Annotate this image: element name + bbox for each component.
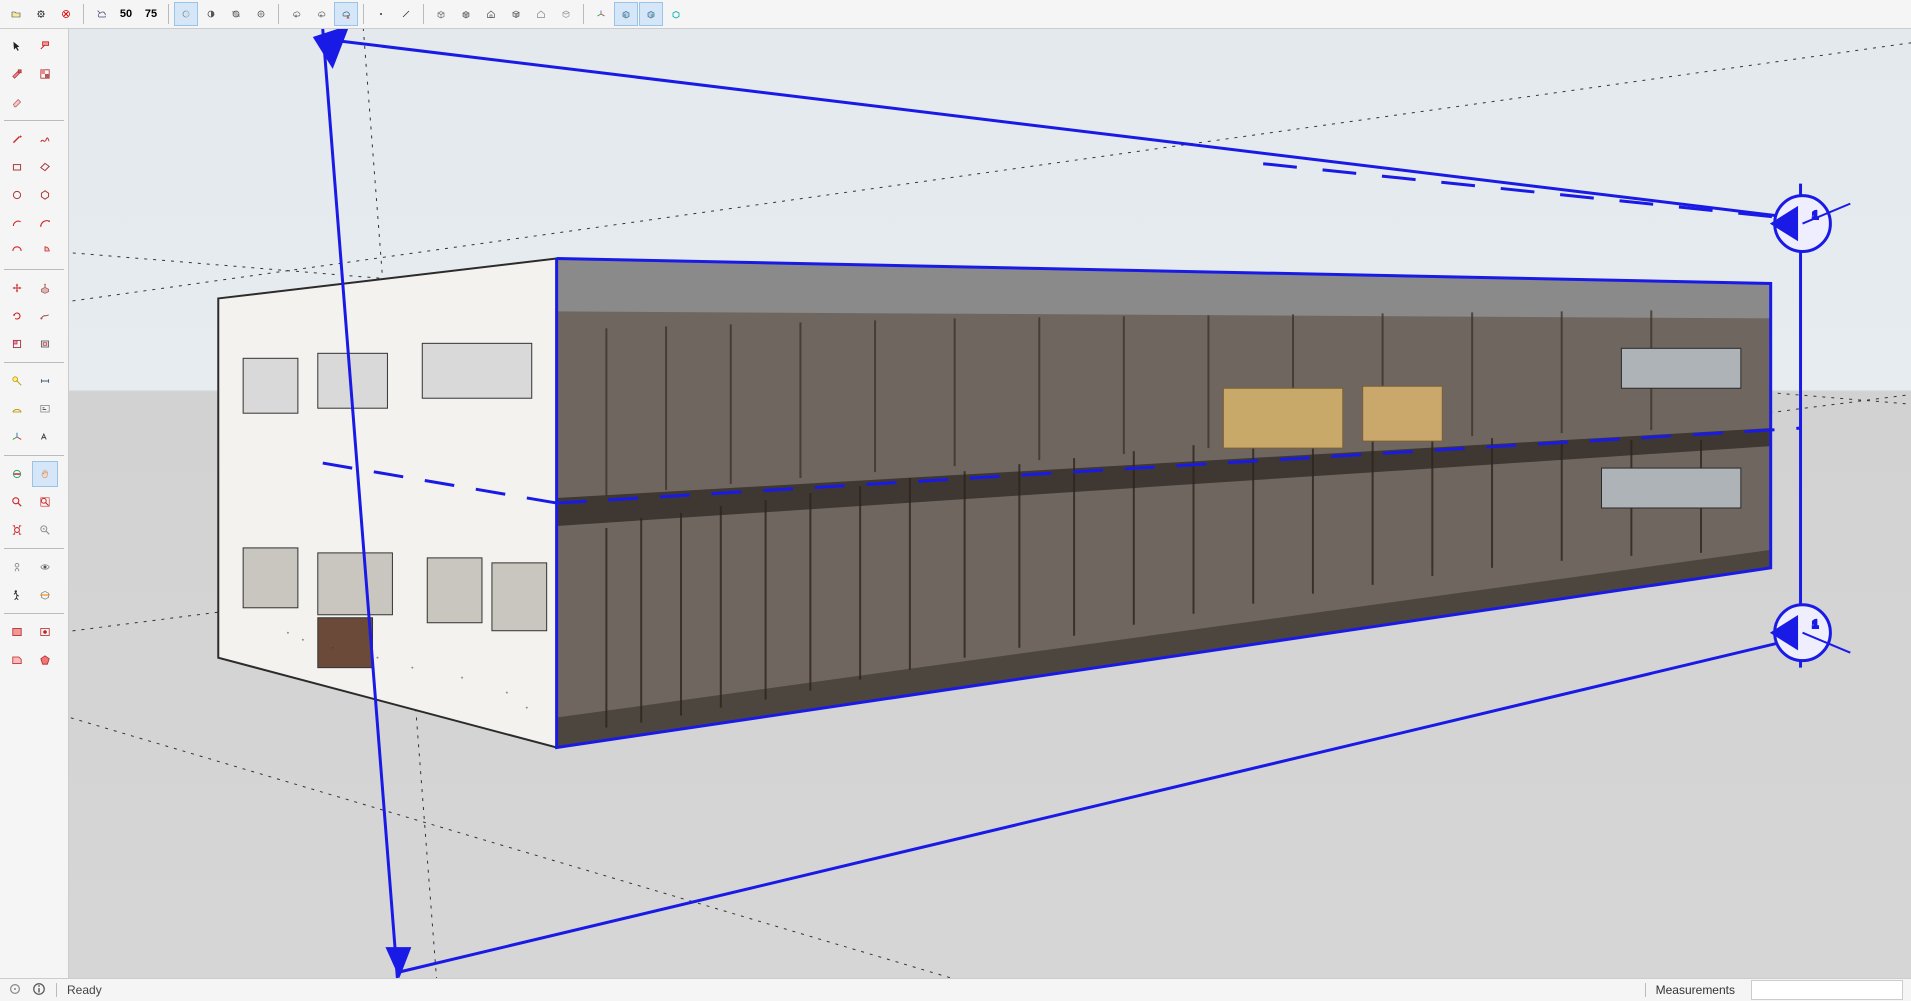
top-toolbar: 5075 <box>0 0 1911 29</box>
section-handle-bottom[interactable]: 1 <box>1773 605 1851 661</box>
cloud-tag-icon[interactable] <box>89 2 113 26</box>
status-text: Ready <box>67 983 102 997</box>
line-icon[interactable] <box>394 2 418 26</box>
pushpull-icon[interactable] <box>32 275 58 301</box>
rotate-icon[interactable] <box>4 303 30 329</box>
look-around-icon[interactable] <box>32 554 58 580</box>
tape-red-icon[interactable] <box>32 33 58 59</box>
house-icon[interactable] <box>479 2 503 26</box>
extension4-icon[interactable] <box>32 647 58 673</box>
axes-tool-icon[interactable] <box>4 424 30 450</box>
building-model <box>218 259 1770 748</box>
text-icon[interactable] <box>32 396 58 422</box>
offset-icon[interactable] <box>32 331 58 357</box>
point-icon[interactable] <box>369 2 393 26</box>
settings-icon[interactable] <box>29 2 53 26</box>
zoom-extents-icon[interactable] <box>4 517 30 543</box>
box-solid-icon[interactable] <box>454 2 478 26</box>
cloud-up-icon[interactable] <box>309 2 333 26</box>
extension1-icon[interactable] <box>4 619 30 645</box>
left-toolbar <box>0 29 69 978</box>
section-icon[interactable] <box>32 582 58 608</box>
cloud-down-icon[interactable] <box>284 2 308 26</box>
blank[interactable] <box>32 89 58 115</box>
shading-half-icon[interactable] <box>199 2 223 26</box>
pan-icon[interactable] <box>32 461 58 487</box>
cube-left-icon[interactable] <box>614 2 638 26</box>
axis-icon[interactable] <box>589 2 613 26</box>
paint-icon[interactable] <box>4 61 30 87</box>
protractor-icon[interactable] <box>4 396 30 422</box>
position-camera-icon[interactable] <box>4 554 30 580</box>
tape-measure-icon[interactable] <box>4 368 30 394</box>
extension3-icon[interactable] <box>4 647 30 673</box>
shading-simple-icon[interactable] <box>174 2 198 26</box>
eraser-icon[interactable] <box>4 89 30 115</box>
box-open-icon[interactable] <box>504 2 528 26</box>
orbit-icon[interactable] <box>4 461 30 487</box>
pie-icon[interactable] <box>32 238 58 264</box>
measurements-input[interactable] <box>1751 980 1903 1000</box>
polygon-icon[interactable] <box>32 182 58 208</box>
measurements-label: Measurements <box>1656 983 1735 997</box>
extension2-icon[interactable] <box>32 619 58 645</box>
rect-rot-icon[interactable] <box>32 154 58 180</box>
cube-teal-icon[interactable] <box>664 2 688 26</box>
cube-right-icon[interactable] <box>639 2 663 26</box>
move-icon[interactable] <box>4 275 30 301</box>
pencil-icon[interactable] <box>4 126 30 152</box>
viewport-3d[interactable]: 1 1 <box>69 29 1911 978</box>
scale-icon[interactable] <box>4 331 30 357</box>
open-icon[interactable] <box>4 2 28 26</box>
previous-icon[interactable] <box>32 517 58 543</box>
circle-icon[interactable] <box>4 182 30 208</box>
density-75-icon[interactable]: 75 <box>139 2 163 26</box>
svg-text:1: 1 <box>1812 620 1818 631</box>
freehand-icon[interactable] <box>32 126 58 152</box>
zoom-window-icon[interactable] <box>32 489 58 515</box>
select-arrow-icon[interactable] <box>4 33 30 59</box>
box-open2-icon[interactable] <box>554 2 578 26</box>
info-icon[interactable] <box>32 982 46 999</box>
arc2-icon[interactable] <box>32 210 58 236</box>
house-outline-icon[interactable] <box>529 2 553 26</box>
section-handle-top[interactable]: 1 <box>1773 196 1851 252</box>
shading-hatched-icon[interactable] <box>224 2 248 26</box>
arc3-icon[interactable] <box>4 238 30 264</box>
dimension-icon[interactable] <box>32 368 58 394</box>
walk-icon[interactable] <box>4 582 30 608</box>
status-bar: Ready Measurements <box>0 978 1911 1001</box>
close-red-icon[interactable] <box>54 2 78 26</box>
swatch-icon[interactable] <box>32 61 58 87</box>
cloud-person-icon[interactable] <box>334 2 358 26</box>
density-50-icon[interactable]: 50 <box>114 2 138 26</box>
arc-icon[interactable] <box>4 210 30 236</box>
rect-icon[interactable] <box>4 154 30 180</box>
geo-icon[interactable] <box>8 982 22 999</box>
3dtext-icon[interactable] <box>32 424 58 450</box>
zoom-icon[interactable] <box>4 489 30 515</box>
followme-icon[interactable] <box>32 303 58 329</box>
box-wire-icon[interactable] <box>429 2 453 26</box>
shading-lines-icon[interactable] <box>249 2 273 26</box>
